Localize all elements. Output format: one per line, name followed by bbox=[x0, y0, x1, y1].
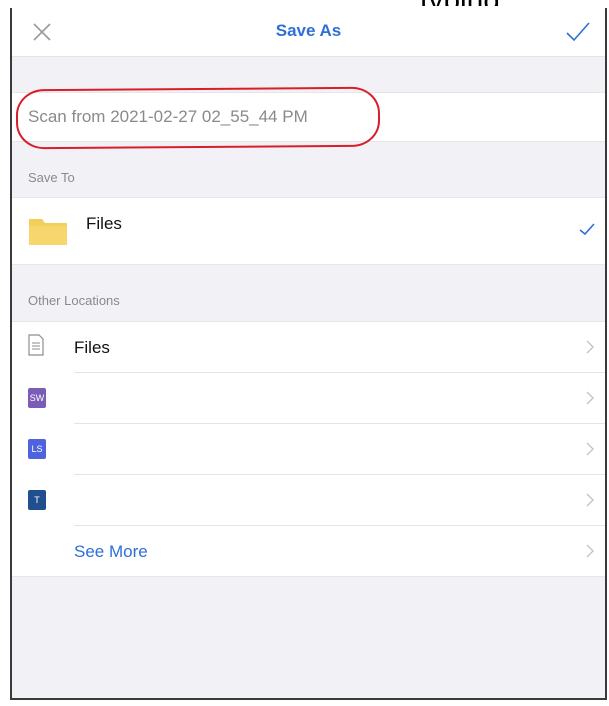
list-item[interactable]: T bbox=[12, 475, 605, 525]
other-locations-header: Other Locations bbox=[28, 293, 120, 308]
document-icon bbox=[28, 334, 44, 356]
chevron-right-icon bbox=[586, 391, 594, 405]
account-badge: LS bbox=[28, 439, 46, 459]
clipped-top-text: typing bbox=[420, 0, 560, 6]
account-badge: T bbox=[28, 490, 46, 510]
other-locations-list: Files SW LS T See More bbox=[12, 321, 605, 577]
list-item-label: Files bbox=[74, 338, 110, 357]
save-as-sheet: Save As Save To Files Other Locations Fi… bbox=[10, 8, 607, 700]
confirm-checkmark-icon[interactable] bbox=[565, 20, 591, 44]
save-to-header: Save To bbox=[28, 170, 75, 185]
list-item[interactable]: SW bbox=[12, 373, 605, 423]
chevron-right-icon bbox=[586, 544, 594, 558]
folder-icon bbox=[29, 219, 67, 245]
page-title: Save As bbox=[275, 21, 342, 40]
see-more-link[interactable]: See More bbox=[74, 542, 148, 562]
chevron-right-icon bbox=[586, 493, 594, 507]
selected-checkmark-icon bbox=[579, 223, 595, 236]
see-more-row[interactable]: See More bbox=[12, 526, 605, 576]
save-to-location-row[interactable]: Files bbox=[12, 197, 605, 265]
list-item[interactable]: Files bbox=[12, 322, 605, 372]
chevron-right-icon bbox=[586, 442, 594, 456]
save-to-location-label: Files bbox=[86, 214, 122, 233]
list-item[interactable]: LS bbox=[12, 424, 605, 474]
navigation-bar: Save As bbox=[12, 8, 605, 57]
chevron-right-icon bbox=[586, 340, 594, 354]
highlight-annotation bbox=[15, 86, 381, 150]
account-badge: SW bbox=[28, 388, 46, 408]
